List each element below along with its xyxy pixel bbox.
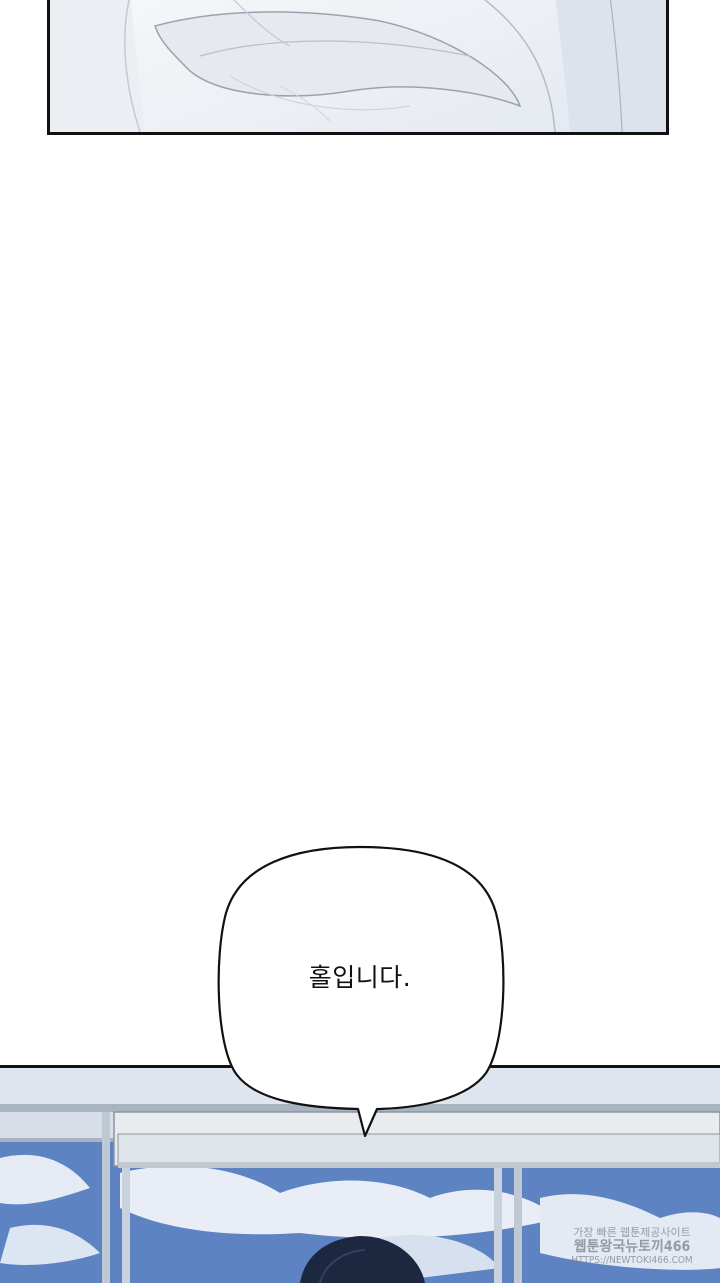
watermark-tagline: 가장 빠른 웹툰제공사이트 <box>573 1226 691 1239</box>
fabric-drawing <box>50 0 666 132</box>
watermark-url: HTTPS://NEWTOKI466.COM <box>571 1255 693 1266</box>
watermark-title: 웹툰왕국뉴토끼466 <box>573 1239 691 1255</box>
top-comic-panel <box>47 0 669 135</box>
speech-bubble-text: 홀입니다. <box>308 963 412 992</box>
site-watermark: 가장 빠른 웹툰제공사이트 웹툰왕국뉴토끼466 HTTPS://NEWTOKI… <box>548 1226 716 1267</box>
